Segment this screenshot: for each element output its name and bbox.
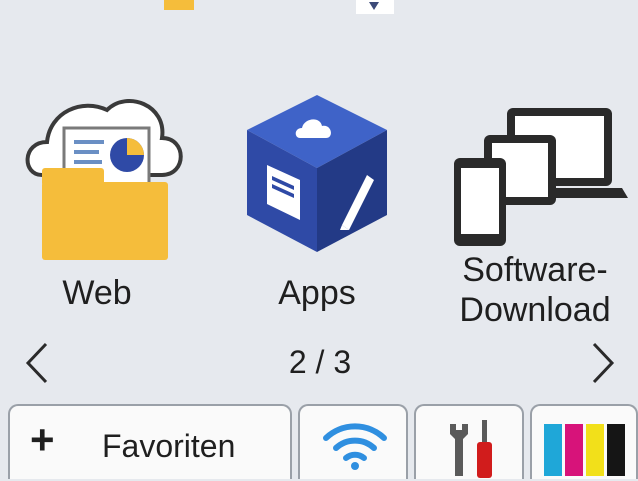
chevron-right-icon[interactable] (588, 340, 618, 386)
chevron-left-icon[interactable] (22, 340, 52, 386)
ink-button[interactable] (530, 404, 638, 479)
tile-apps-label: Apps (278, 274, 356, 312)
tile-web[interactable]: Web (2, 80, 192, 350)
toner-status-icon (164, 0, 194, 10)
tile-software-download-label: Software- Download (459, 251, 611, 329)
status-arrow-icon (356, 0, 394, 14)
favorites-button[interactable]: + Favoriten (8, 404, 292, 479)
wrench-screwdriver-icon (450, 420, 492, 478)
page-indicator: 2 / 3 (288, 344, 352, 380)
web-folder-cloud-icon (25, 99, 183, 260)
apps-cube-icon (247, 95, 387, 252)
tile-web-label: Web (62, 274, 132, 312)
wifi-button[interactable] (298, 404, 408, 479)
tile-software-download[interactable]: Software- Download (432, 80, 638, 350)
status-bar (0, 0, 638, 24)
tile-apps[interactable]: Apps (222, 80, 412, 350)
plus-icon: + (30, 416, 55, 463)
devices-icon (454, 108, 628, 246)
pager: 2 / 3 (0, 338, 638, 388)
bottom-bar: + Favoriten (0, 404, 638, 479)
settings-tools-button[interactable] (414, 404, 524, 479)
ink-cartridges-icon (544, 424, 625, 476)
favorites-label: Favoriten (102, 428, 236, 464)
wifi-icon (323, 423, 387, 470)
